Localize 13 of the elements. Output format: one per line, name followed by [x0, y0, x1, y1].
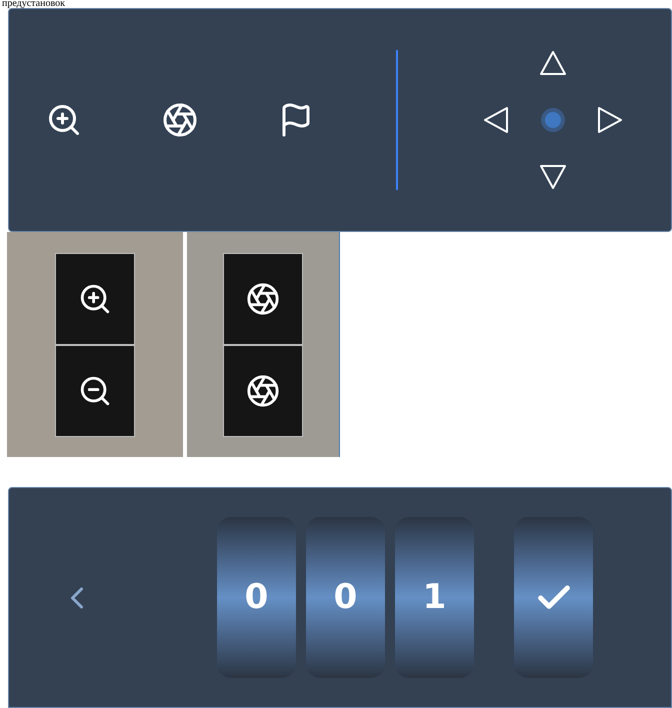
zoom-in-icon[interactable]: [46, 102, 82, 138]
aperture-icon: [246, 282, 280, 316]
digit-wheel[interactable]: 1: [395, 517, 474, 678]
left-arrow-icon[interactable]: [482, 106, 510, 134]
up-arrow-icon[interactable]: [538, 49, 567, 78]
right-arrow-icon[interactable]: [596, 106, 624, 134]
digit-wheel[interactable]: 0: [217, 517, 296, 678]
heading-text: предустановок: [2, 0, 65, 9]
down-arrow-icon[interactable]: [538, 162, 567, 191]
digit-wheel[interactable]: 0: [306, 517, 385, 678]
aperture-icon[interactable]: [162, 102, 198, 138]
confirm-button[interactable]: [514, 517, 593, 678]
aperture-icon: [246, 374, 280, 408]
